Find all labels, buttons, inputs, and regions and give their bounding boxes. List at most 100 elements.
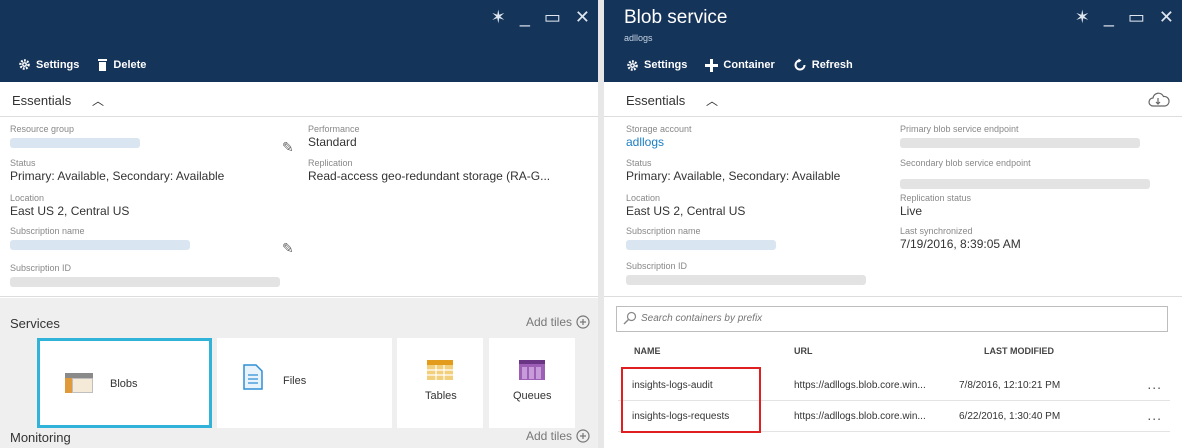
- storage-account-blade: ✶ _ ▭ ✕ Settings Delete Essentials ︿ Res…: [0, 0, 598, 448]
- essentials-label: Essentials: [12, 93, 72, 108]
- replication-value: Read-access geo-redundant storage (RA-G.…: [308, 169, 551, 183]
- minimize-icon[interactable]: _: [1104, 7, 1114, 27]
- container-url: https://adllogs.blob.core.win...: [794, 411, 926, 422]
- divider: [604, 296, 1182, 297]
- subscription-id-value-redacted: [10, 277, 280, 287]
- status-property: Status Primary: Available, Secondary: Av…: [10, 158, 224, 184]
- edit-subscription-icon[interactable]: ✎: [282, 240, 294, 257]
- container-url: https://adllogs.blob.core.win...: [794, 380, 926, 391]
- blade-subtitle: adllogs: [624, 33, 653, 43]
- essentials-label: Essentials: [626, 93, 686, 108]
- last-synchronized-value: 7/19/2016, 8:39:05 AM: [900, 237, 1021, 251]
- replication-status-value: Live: [900, 204, 923, 218]
- storage-account-label: Storage account: [626, 124, 692, 134]
- plus-circle-icon: [576, 429, 590, 443]
- close-icon[interactable]: ✕: [1159, 7, 1174, 27]
- resource-group-label: Resource group: [10, 124, 75, 134]
- resource-group-property: Resource group: [10, 124, 140, 153]
- add-tiles-monitoring-button[interactable]: Add tiles: [526, 429, 590, 443]
- blobs-icon: [65, 373, 93, 393]
- last-synchronized-property: Last synchronized 7/19/2016, 8:39:05 AM: [900, 226, 1021, 252]
- delete-button[interactable]: Delete: [97, 58, 146, 71]
- cloud-icon[interactable]: [1148, 92, 1170, 108]
- plus-circle-icon: [576, 315, 590, 329]
- minimize-icon[interactable]: _: [520, 7, 530, 27]
- refresh-button[interactable]: Refresh: [793, 58, 853, 72]
- plus-icon: [705, 58, 719, 72]
- status-label: Status: [626, 158, 652, 168]
- command-bar: Settings Container Refresh: [626, 58, 853, 72]
- status-label: Status: [10, 158, 36, 168]
- search-icon: [623, 311, 637, 325]
- blobs-tile[interactable]: Blobs: [37, 338, 212, 428]
- subscription-id-label: Subscription ID: [626, 261, 688, 271]
- files-label: Files: [283, 375, 307, 387]
- column-header-name[interactable]: NAME: [634, 346, 661, 356]
- location-property: Location East US 2, Central US: [10, 193, 129, 219]
- close-icon[interactable]: ✕: [575, 7, 590, 27]
- status-value: Primary: Available, Secondary: Available: [626, 169, 841, 183]
- monitoring-title: Monitoring: [10, 430, 71, 445]
- subscription-name-label: Subscription name: [10, 226, 85, 236]
- subscription-name-property: Subscription name: [626, 226, 776, 255]
- add-container-button[interactable]: Container: [705, 58, 775, 72]
- queues-tile[interactable]: Queues: [489, 338, 575, 428]
- maximize-icon[interactable]: ▭: [1128, 7, 1145, 27]
- add-tiles-label: Add tiles: [525, 315, 572, 329]
- more-options-icon[interactable]: ...: [1147, 376, 1162, 392]
- subscription-name-value-redacted[interactable]: [10, 240, 190, 250]
- add-tiles-monitoring-label: Add tiles: [525, 429, 572, 443]
- primary-endpoint-value-redacted: [900, 138, 1140, 148]
- window-controls: ✶ _ ▭ ✕: [491, 7, 590, 27]
- subscription-id-property: Subscription ID: [626, 261, 866, 290]
- replication-status-property: Replication status Live: [900, 193, 971, 219]
- divider: [0, 296, 598, 297]
- more-options-icon[interactable]: ...: [1147, 407, 1162, 423]
- refresh-label: Refresh: [811, 59, 853, 71]
- container-search-box[interactable]: [616, 306, 1168, 332]
- column-header-last-modified[interactable]: LAST MODIFIED: [984, 346, 1054, 356]
- blade-header: ✶ _ ▭ ✕ Settings Delete: [0, 0, 598, 82]
- subscription-name-value-redacted[interactable]: [626, 240, 776, 250]
- subscription-id-property: Subscription ID: [10, 263, 280, 292]
- file-icon: [243, 364, 263, 390]
- primary-endpoint-property: Primary blob service endpoint: [900, 124, 1140, 153]
- storage-account-property: Storage account adllogs: [626, 124, 692, 150]
- settings-button[interactable]: Settings: [18, 58, 79, 71]
- settings-label: Settings: [644, 59, 688, 71]
- secondary-endpoint-value-redacted: [900, 179, 1150, 189]
- chevron-up-icon: ︿: [706, 94, 719, 108]
- secondary-endpoint-label: Secondary blob service endpoint: [900, 158, 1031, 168]
- queue-icon: [519, 360, 545, 380]
- search-input[interactable]: [617, 307, 1151, 329]
- add-tiles-button[interactable]: Add tiles: [526, 315, 590, 329]
- column-header-url[interactable]: URL: [794, 346, 813, 356]
- edit-resource-group-icon[interactable]: ✎: [282, 139, 294, 156]
- subscription-name-property: Subscription name: [10, 226, 190, 255]
- tables-label: Tables: [425, 390, 457, 402]
- files-tile[interactable]: Files: [217, 338, 392, 428]
- essentials-toggle[interactable]: Essentials ︿: [0, 86, 598, 117]
- replication-property: Replication Read-access geo-redundant st…: [308, 158, 550, 184]
- location-label: Location: [10, 193, 45, 203]
- subscription-id-value-redacted: [626, 275, 866, 285]
- last-synchronized-label: Last synchronized: [900, 226, 973, 236]
- queues-label: Queues: [513, 390, 552, 402]
- command-bar: Settings Delete: [18, 58, 146, 71]
- container-label: Container: [723, 59, 775, 71]
- pin-icon[interactable]: ✶: [491, 7, 506, 27]
- window-controls: ✶ _ ▭ ✕: [1075, 7, 1174, 27]
- maximize-icon[interactable]: ▭: [544, 7, 561, 27]
- replication-label: Replication: [308, 158, 353, 168]
- blade-title: Blob service: [624, 7, 728, 28]
- tables-tile[interactable]: Tables: [397, 338, 483, 428]
- primary-endpoint-label: Primary blob service endpoint: [900, 124, 1019, 134]
- essentials-toggle[interactable]: Essentials ︿: [604, 86, 1182, 117]
- blade-header: Blob service adllogs ✶ _ ▭ ✕ Settings Co…: [604, 0, 1182, 82]
- resource-group-value-redacted[interactable]: [10, 138, 140, 148]
- settings-button[interactable]: Settings: [626, 59, 687, 72]
- storage-account-link[interactable]: adllogs: [626, 135, 692, 150]
- pin-icon[interactable]: ✶: [1075, 7, 1090, 27]
- chevron-up-icon: ︿: [92, 94, 105, 108]
- container-last-modified: 7/8/2016, 12:10:21 PM: [959, 380, 1061, 391]
